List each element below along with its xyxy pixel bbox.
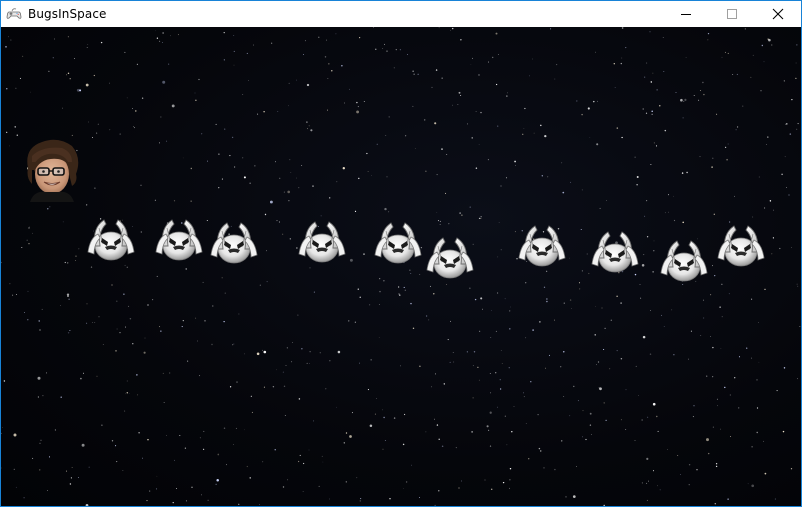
minimize-icon	[681, 14, 691, 15]
close-button[interactable]	[755, 1, 801, 27]
bug-icon	[425, 234, 475, 280]
game-canvas[interactable]	[1, 27, 801, 506]
minimize-button[interactable]	[663, 1, 709, 27]
bug-icon	[209, 219, 259, 265]
bug-icon	[154, 216, 204, 262]
title-bar[interactable]: BugsInSpace	[1, 1, 801, 27]
window-controls	[663, 1, 801, 27]
gamepad-icon	[6, 6, 22, 22]
maximize-icon	[727, 9, 737, 19]
close-icon	[772, 8, 784, 20]
player-face-avatar	[27, 139, 79, 202]
app-window: BugsInSpace	[0, 0, 802, 507]
bug-icon	[517, 222, 567, 268]
bug-icon	[373, 219, 423, 265]
bug-icon	[716, 222, 766, 268]
window-title: BugsInSpace	[28, 7, 107, 21]
bug-icon	[297, 218, 347, 264]
maximize-button[interactable]	[709, 1, 755, 27]
bug-icon	[590, 228, 640, 274]
bug-icon	[659, 237, 709, 283]
bug-icon	[86, 216, 136, 262]
